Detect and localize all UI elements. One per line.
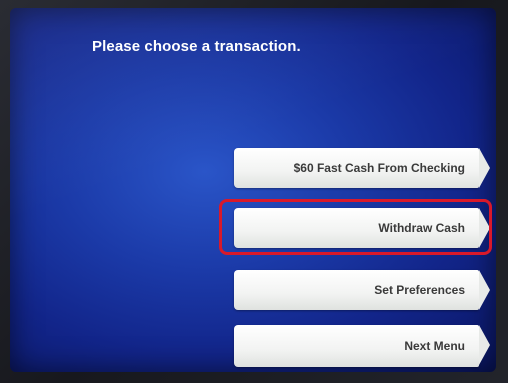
chevron-right-icon xyxy=(479,270,490,310)
fast-cash-button[interactable]: $60 Fast Cash From Checking xyxy=(234,148,492,188)
withdraw-cash-button[interactable]: Withdraw Cash xyxy=(234,208,492,248)
chevron-right-icon xyxy=(479,325,490,365)
next-menu-button[interactable]: Next Menu xyxy=(234,325,492,367)
atm-screen: Please choose a transaction. $60 Fast Ca… xyxy=(10,8,496,372)
next-menu-label: Next Menu xyxy=(404,339,465,353)
fast-cash-label: $60 Fast Cash From Checking xyxy=(293,161,465,175)
chevron-right-icon xyxy=(479,148,490,188)
set-preferences-label: Set Preferences xyxy=(374,283,465,297)
withdraw-cash-label: Withdraw Cash xyxy=(378,221,465,235)
transaction-prompt: Please choose a transaction. xyxy=(92,38,301,55)
atm-bezel: Please choose a transaction. $60 Fast Ca… xyxy=(0,0,508,383)
set-preferences-button[interactable]: Set Preferences xyxy=(234,270,492,310)
screen-glare xyxy=(10,8,496,372)
chevron-right-icon xyxy=(479,208,490,248)
